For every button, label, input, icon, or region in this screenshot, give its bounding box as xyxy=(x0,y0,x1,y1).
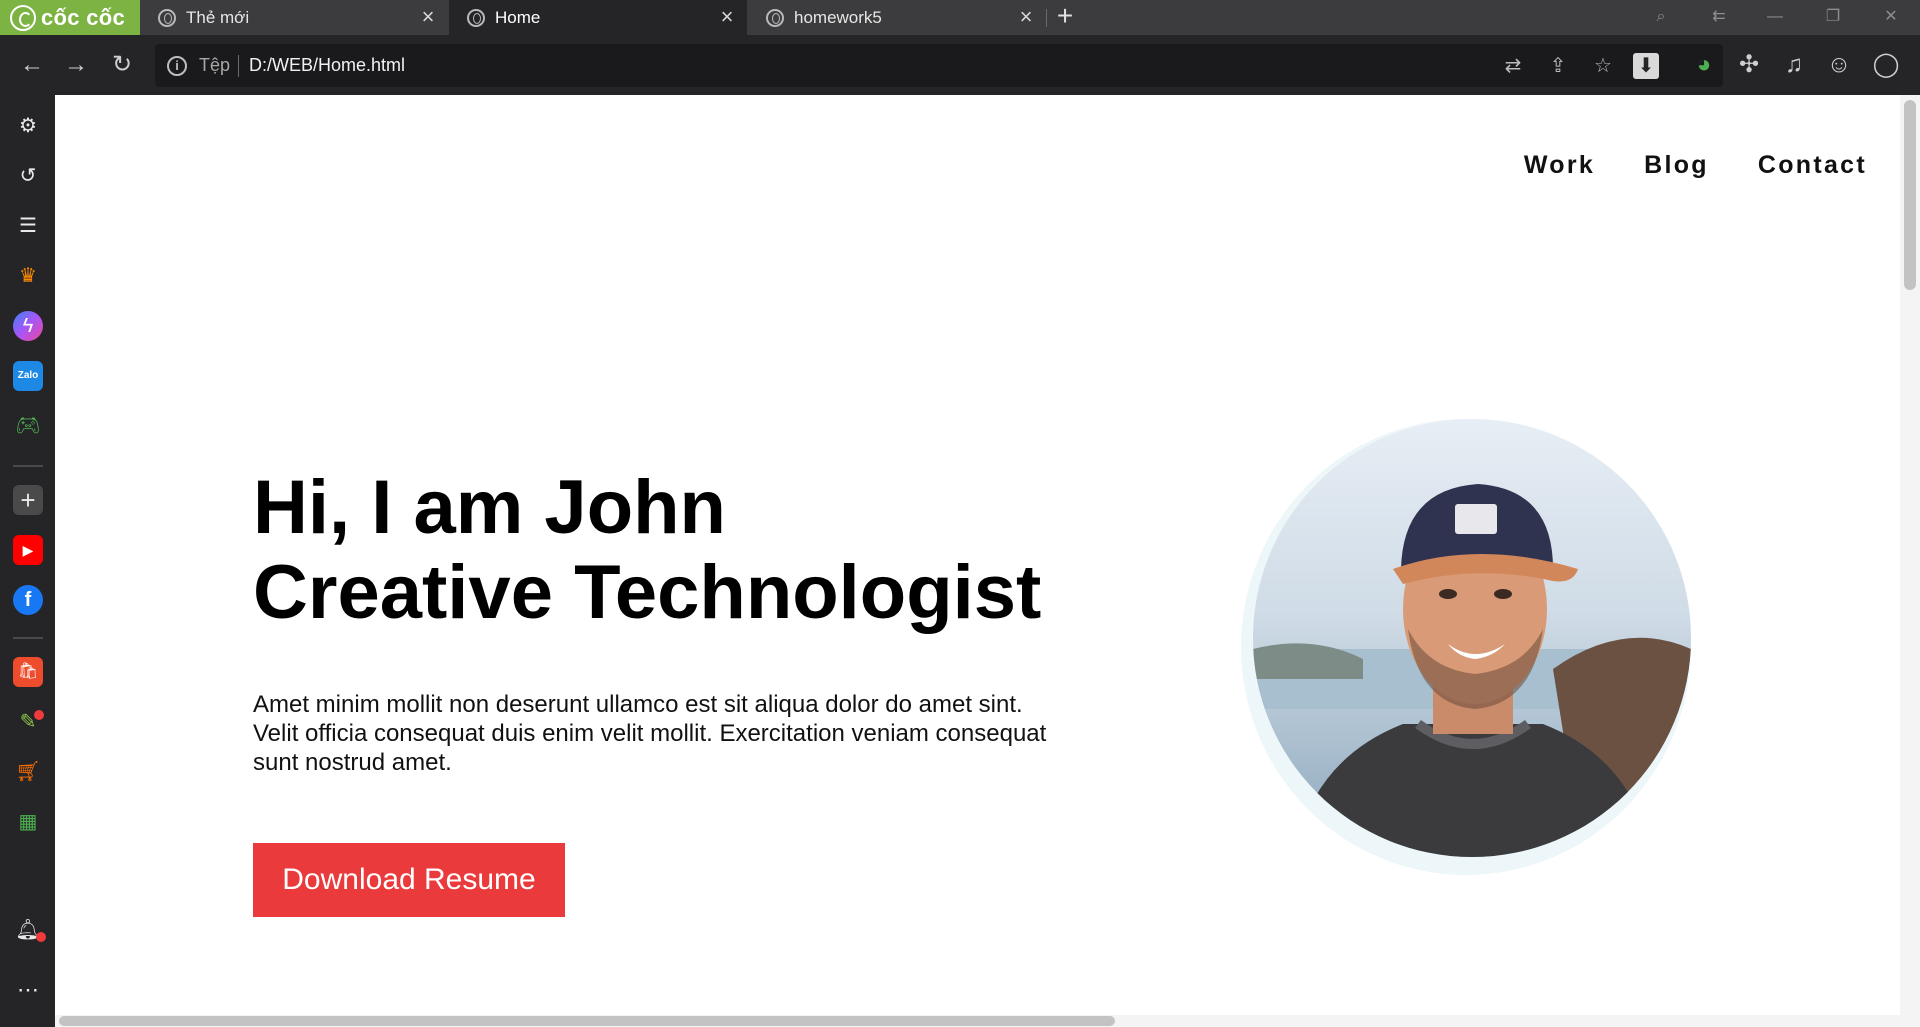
close-tab-icon[interactable]: × xyxy=(418,6,438,28)
new-tab-button[interactable]: + xyxy=(1052,2,1078,30)
site-nav: Work Blog Contact xyxy=(1524,151,1867,180)
sidebar-divider xyxy=(13,465,43,467)
zalo-icon[interactable]: Zalo xyxy=(13,361,43,391)
close-window-icon[interactable]: ✕ xyxy=(1878,4,1904,30)
hero-description: Amet minim mollit non deserunt ullamco e… xyxy=(253,691,1047,776)
hero-greeting: Hi, I am John xyxy=(253,465,726,550)
add-sidebar-app-icon[interactable]: + xyxy=(13,485,43,515)
tab-title: homework5 xyxy=(794,7,882,27)
tab-title: Thẻ mới xyxy=(186,7,250,27)
translate-icon[interactable]: ⇄ xyxy=(1500,53,1526,79)
coccoc-brand[interactable]: cốc cốc xyxy=(0,0,140,35)
profile-icon[interactable]: ☺ xyxy=(1823,49,1855,81)
shopee-icon[interactable]: 🛍︎ xyxy=(13,657,43,687)
notification-dot xyxy=(34,710,44,720)
coccoc-logo-icon xyxy=(10,4,36,31)
close-tab-icon[interactable]: × xyxy=(717,6,737,28)
reload-icon[interactable]: ↻ xyxy=(106,49,138,81)
globe-icon xyxy=(766,8,784,27)
notification-dot xyxy=(36,932,46,942)
back-icon[interactable]: ← xyxy=(16,49,48,81)
download-resume-button[interactable]: Download Resume xyxy=(253,843,565,917)
history-icon[interactable]: ↺ xyxy=(13,161,43,191)
brand-name: cốc cốc xyxy=(41,4,126,30)
download-icon[interactable]: ⬇ xyxy=(1633,53,1659,79)
coccoc-favicon-icon xyxy=(158,8,176,27)
profile-photo-illustration xyxy=(1253,419,1691,857)
nav-link-contact[interactable]: Contact xyxy=(1758,151,1867,180)
settings-gear-icon[interactable]: ⚙ xyxy=(13,111,43,141)
sidebar-divider xyxy=(13,637,43,639)
forward-icon[interactable]: → xyxy=(60,49,92,81)
more-options-icon[interactable]: ⋯ xyxy=(13,975,43,1005)
tab-strip: cốc cốc Thẻ mới × Home × homework5 × + ⌕… xyxy=(0,0,1920,35)
url-scheme-label: Tệp xyxy=(199,55,231,75)
nav-link-work[interactable]: Work xyxy=(1524,151,1595,180)
tab-title: Home xyxy=(495,7,541,27)
tab-actions-icon[interactable]: ⇇ xyxy=(1706,4,1732,30)
tab-home[interactable]: Home × xyxy=(449,0,747,35)
browser-sidebar: ⚙ ↺ ☰ ♛ ϟ Zalo 🎮︎ + ▶ f 🛍︎ ✎ 🛒︎ ▦ 🔔︎ ⋯ xyxy=(0,95,55,1027)
reading-list-icon[interactable]: ☰ xyxy=(13,211,43,241)
restore-icon[interactable]: ❐ xyxy=(1820,4,1846,30)
nav-link-blog[interactable]: Blog xyxy=(1644,151,1709,180)
bookmark-star-icon[interactable]: ☆ xyxy=(1590,53,1616,79)
youtube-icon[interactable]: ▶ xyxy=(13,535,43,565)
tab-homework5[interactable]: homework5 × xyxy=(748,0,1046,35)
hero-role: Creative Technologist xyxy=(253,550,1042,635)
page-viewport: Work Blog Contact Hi, I am John Creative… xyxy=(55,95,1900,1015)
spreadsheet-icon[interactable]: ▦ xyxy=(13,807,43,837)
messenger-icon[interactable]: ϟ xyxy=(13,311,43,341)
close-tab-icon[interactable]: × xyxy=(1016,6,1036,28)
browser-toolbar: ← → ↻ i Tệp D:/WEB/Home.html ⇄ ⇪ ☆ ⬇ ◕ ✣… xyxy=(0,35,1920,95)
search-tabs-icon[interactable]: ⌕ xyxy=(1648,4,1674,30)
facebook-icon[interactable]: f xyxy=(13,585,43,615)
minimize-icon[interactable]: — xyxy=(1762,4,1788,30)
coccoc-extension-icon[interactable]: ◕ xyxy=(1688,49,1720,81)
share-icon[interactable]: ⇪ xyxy=(1545,53,1571,79)
globe-icon xyxy=(467,8,485,27)
site-info-icon[interactable]: i xyxy=(167,56,187,76)
browser-window: cốc cốc Thẻ mới × Home × homework5 × + ⌕… xyxy=(0,0,1920,1027)
url-text[interactable]: D:/WEB/Home.html xyxy=(249,55,405,76)
media-playlist-icon[interactable]: ♫ xyxy=(1778,49,1810,81)
vertical-scroll-thumb[interactable] xyxy=(1904,100,1916,290)
crown-icon[interactable]: ♛ xyxy=(13,261,43,291)
address-bar[interactable]: i Tệp D:/WEB/Home.html ⇄ ⇪ ☆ ⬇ xyxy=(155,44,1723,87)
tab-separator xyxy=(1046,9,1047,27)
tab-new-tab[interactable]: Thẻ mới × xyxy=(140,0,448,35)
horizontal-scroll-thumb[interactable] xyxy=(59,1016,1115,1026)
extensions-puzzle-icon[interactable]: ✣ xyxy=(1733,49,1765,81)
hero-heading: Hi, I am John Creative Technologist xyxy=(253,465,1041,635)
profile-photo xyxy=(1253,419,1691,857)
menu-circle-icon[interactable]: ◯ xyxy=(1870,49,1902,81)
shopping-cart-icon[interactable]: 🛒︎ xyxy=(13,757,43,787)
url-divider xyxy=(238,55,239,77)
game-controller-icon[interactable]: 🎮︎ xyxy=(13,411,43,441)
